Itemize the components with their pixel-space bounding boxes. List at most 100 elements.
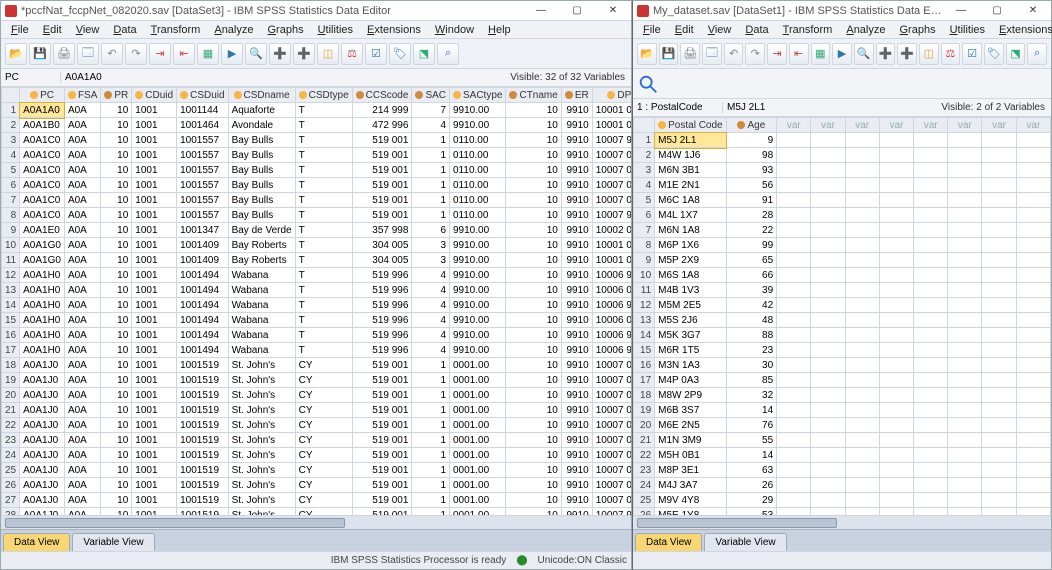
- empty-cell[interactable]: [777, 418, 811, 433]
- empty-cell[interactable]: [948, 208, 982, 223]
- cell[interactable]: 1001: [132, 358, 177, 373]
- cell[interactable]: 10: [506, 478, 561, 493]
- col-header[interactable]: Age: [726, 118, 777, 133]
- cell[interactable]: 9910.00: [450, 313, 506, 328]
- empty-cell[interactable]: [982, 283, 1016, 298]
- cell[interactable]: T: [295, 148, 352, 163]
- empty-cell[interactable]: [1016, 493, 1050, 508]
- empty-cell[interactable]: [982, 373, 1016, 388]
- cell[interactable]: A0A: [64, 313, 100, 328]
- cell[interactable]: 10007 0792: [592, 493, 631, 508]
- tab-variable-view[interactable]: Variable View: [704, 533, 786, 551]
- empty-cell[interactable]: [1016, 343, 1050, 358]
- menu-extensions[interactable]: Extensions: [361, 23, 427, 37]
- cell[interactable]: A0A: [64, 178, 100, 193]
- cell[interactable]: T: [295, 268, 352, 283]
- empty-cell[interactable]: [948, 418, 982, 433]
- cell[interactable]: 1001464: [177, 118, 228, 133]
- cell[interactable]: T: [295, 103, 352, 118]
- col-header[interactable]: var: [982, 118, 1016, 133]
- cell[interactable]: 7: [412, 103, 450, 118]
- cell[interactable]: CY: [295, 403, 352, 418]
- cell[interactable]: 10006 9910: [592, 298, 631, 313]
- empty-cell[interactable]: [914, 418, 948, 433]
- cell[interactable]: 519 001: [352, 163, 412, 178]
- cell[interactable]: M3N 1A3: [655, 358, 726, 373]
- col-header[interactable]: CSDuid: [177, 88, 228, 103]
- cell[interactable]: 99: [726, 238, 777, 253]
- empty-cell[interactable]: [1016, 433, 1050, 448]
- row-number[interactable]: 9: [634, 253, 655, 268]
- empty-cell[interactable]: [811, 463, 845, 478]
- cell[interactable]: A0A1J0: [20, 448, 65, 463]
- data-grid[interactable]: Postal CodeAgevarvarvarvarvarvarvarvar1M…: [633, 117, 1051, 515]
- cell[interactable]: 9910: [561, 238, 592, 253]
- cell[interactable]: 9910: [561, 418, 592, 433]
- cell[interactable]: 10007 0000: [592, 178, 631, 193]
- cell[interactable]: 519 996: [352, 343, 412, 358]
- cell[interactable]: 1001519: [177, 493, 228, 508]
- col-header[interactable]: var: [914, 118, 948, 133]
- empty-cell[interactable]: [1016, 463, 1050, 478]
- empty-cell[interactable]: [879, 163, 913, 178]
- run-icon[interactable]: ▶: [832, 43, 852, 65]
- cell[interactable]: A0A1J0: [20, 373, 65, 388]
- cell[interactable]: 10: [101, 178, 132, 193]
- cell[interactable]: 26: [726, 478, 777, 493]
- cell[interactable]: 9910: [561, 508, 592, 516]
- row-number[interactable]: 19: [634, 403, 655, 418]
- cell[interactable]: A0A: [64, 223, 100, 238]
- empty-cell[interactable]: [1016, 178, 1050, 193]
- maximize-button[interactable]: ▢: [563, 3, 591, 19]
- cell[interactable]: A0A: [64, 328, 100, 343]
- cell[interactable]: 10: [506, 508, 561, 516]
- empty-cell[interactable]: [1016, 418, 1050, 433]
- cell[interactable]: 10: [101, 133, 132, 148]
- empty-cell[interactable]: [914, 238, 948, 253]
- cell[interactable]: 0001.00: [450, 433, 506, 448]
- cell[interactable]: CY: [295, 463, 352, 478]
- cell[interactable]: 10006 9910: [592, 328, 631, 343]
- cell[interactable]: 10: [101, 223, 132, 238]
- empty-cell[interactable]: [879, 343, 913, 358]
- menu-graphs[interactable]: Graphs: [261, 23, 309, 37]
- row-number[interactable]: 7: [634, 223, 655, 238]
- cell[interactable]: 9: [726, 133, 777, 148]
- cell[interactable]: 10: [101, 433, 132, 448]
- cell[interactable]: 1001557: [177, 163, 228, 178]
- row-number[interactable]: 20: [634, 418, 655, 433]
- menu-file[interactable]: File: [5, 23, 35, 37]
- row-number[interactable]: 3: [634, 163, 655, 178]
- empty-cell[interactable]: [777, 343, 811, 358]
- find-icon[interactable]: 🔍: [245, 43, 267, 65]
- cell[interactable]: 10: [101, 193, 132, 208]
- cell[interactable]: A0A1J0: [20, 508, 65, 516]
- menu-utilities[interactable]: Utilities: [312, 23, 359, 37]
- row-number[interactable]: 1: [2, 103, 20, 118]
- cell[interactable]: A0A1A0: [20, 103, 65, 118]
- empty-cell[interactable]: [811, 148, 845, 163]
- empty-cell[interactable]: [914, 313, 948, 328]
- cell[interactable]: Bay Bulls: [228, 163, 295, 178]
- cell[interactable]: A0A: [64, 403, 100, 418]
- empty-cell[interactable]: [948, 343, 982, 358]
- cell[interactable]: 10: [101, 493, 132, 508]
- empty-cell[interactable]: [948, 358, 982, 373]
- col-header[interactable]: var: [845, 118, 879, 133]
- empty-cell[interactable]: [777, 298, 811, 313]
- row-number[interactable]: 24: [634, 478, 655, 493]
- row-number[interactable]: 6: [2, 178, 20, 193]
- col-header[interactable]: DPL: [592, 88, 631, 103]
- menu-data[interactable]: Data: [107, 23, 142, 37]
- cell[interactable]: 10: [101, 463, 132, 478]
- cell[interactable]: 0001.00: [450, 463, 506, 478]
- gotovar-icon[interactable]: ⇤: [789, 43, 809, 65]
- cell[interactable]: T: [295, 313, 352, 328]
- empty-cell[interactable]: [879, 268, 913, 283]
- cell[interactable]: 9910.00: [450, 268, 506, 283]
- empty-cell[interactable]: [811, 448, 845, 463]
- cell[interactable]: 1001519: [177, 433, 228, 448]
- cell[interactable]: T: [295, 283, 352, 298]
- row-number[interactable]: 9: [2, 223, 20, 238]
- cell[interactable]: 28: [726, 208, 777, 223]
